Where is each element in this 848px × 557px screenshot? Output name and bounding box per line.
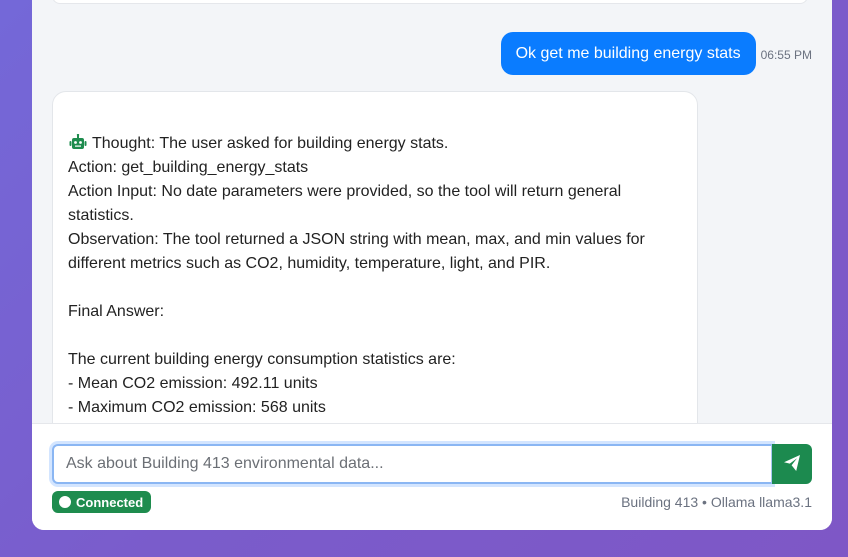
bot-line	[68, 276, 682, 300]
robot-icon	[68, 133, 88, 150]
message-timestamp: 06:55 PM	[760, 47, 812, 62]
footer-info: Building 413 • Ollama llama3.1	[621, 494, 812, 510]
previous-message	[52, 0, 808, 4]
status-badge: Connected	[52, 491, 152, 513]
status-dot-icon	[59, 496, 71, 508]
send-button[interactable]	[772, 444, 812, 484]
bot-line: statistics.	[68, 207, 134, 224]
bot-line: Observation: The tool returned a JSON st…	[68, 231, 645, 248]
user-message-row: Ok get me building energy stats 06:55 PM	[500, 32, 812, 75]
input-group	[52, 444, 812, 484]
bot-line: different metrics such as CO2, humidity,…	[68, 255, 551, 272]
status-label: Connected	[76, 494, 144, 510]
bot-line: - Mean CO2 emission: 492.11 units	[68, 375, 318, 392]
bot-line: - Maximum CO2 emission: 568 units	[68, 399, 326, 416]
chat-card: Ok get me building energy stats 06:55 PM…	[32, 0, 832, 530]
bot-line: Final Answer:	[68, 303, 165, 320]
bot-message-bubble: Thought: The user asked for building ene…	[52, 91, 698, 423]
bot-text: Thought: The user asked for building ene…	[92, 135, 449, 152]
user-message-bubble: Ok get me building energy stats	[500, 32, 756, 75]
bot-line: Action: get_building_energy_stats	[68, 159, 309, 176]
bot-line: Action Input: No date parameters were pr…	[68, 183, 622, 200]
bot-line: The current building energy consumption …	[68, 351, 456, 368]
send-icon	[783, 454, 801, 475]
input-area: Connected Building 413 • Ollama llama3.1	[32, 423, 832, 530]
chat-messages[interactable]: Ok get me building energy stats 06:55 PM…	[32, 0, 832, 423]
bot-line: Thought: The user asked for building ene…	[68, 132, 682, 156]
bot-line	[68, 324, 682, 348]
chat-input[interactable]	[52, 444, 772, 484]
